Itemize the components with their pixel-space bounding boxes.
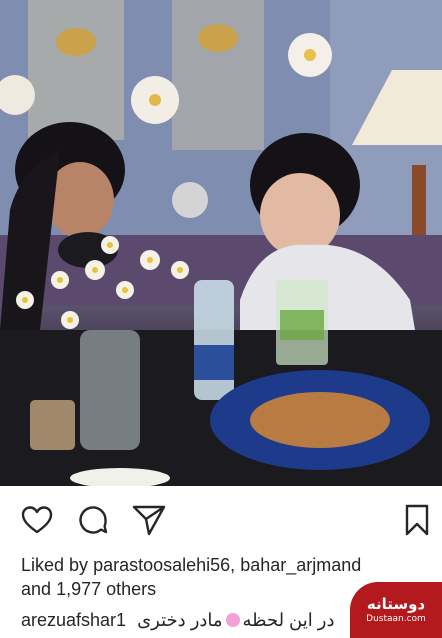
bookmark-icon[interactable] <box>399 500 435 540</box>
liker-link-2[interactable]: bahar_arjmand <box>240 555 361 575</box>
likes-separator: , <box>230 555 236 575</box>
emoji-icon <box>225 613 240 627</box>
caption-text-main: در این لحظه <box>242 610 335 630</box>
post-photo[interactable] <box>0 0 442 486</box>
post-actions-bar <box>0 500 442 544</box>
watermark-url: Dustaan.com <box>366 614 426 624</box>
likes-prefix: Liked by <box>21 555 89 575</box>
liker-link-1[interactable]: parastoosalehi56 <box>93 555 230 575</box>
watermark-title: دوستانه <box>366 595 426 613</box>
comment-icon[interactable] <box>75 500 111 540</box>
caption-text: در این لحظه مادر دختری <box>137 608 334 632</box>
post-caption: arezuafshar1 در این لحظه مادر دختری <box>21 608 351 634</box>
caption-text-tail: مادر دختری <box>137 610 223 630</box>
photo-scene <box>0 0 442 486</box>
site-watermark: دوستانه Dustaan.com <box>350 582 442 638</box>
caption-username[interactable]: arezuafshar1 <box>21 610 126 630</box>
send-icon[interactable] <box>131 500 167 540</box>
heart-icon[interactable] <box>19 500 55 540</box>
likes-and: and <box>21 579 52 599</box>
likes-count-link[interactable]: 1,977 others <box>56 579 156 599</box>
